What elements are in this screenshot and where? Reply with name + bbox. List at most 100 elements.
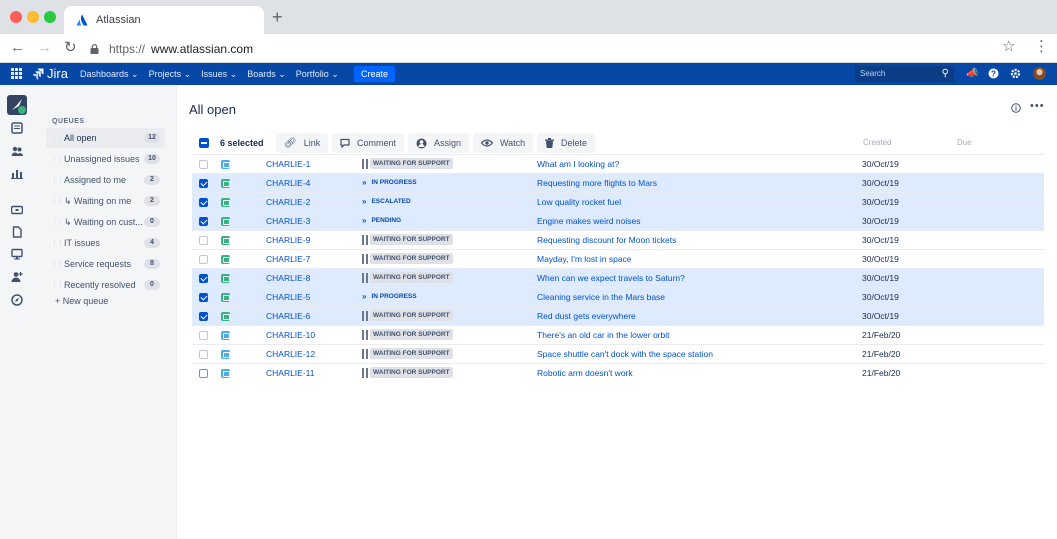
row-checkbox[interactable]: [199, 274, 208, 283]
row-checkbox[interactable]: [199, 369, 208, 378]
issue-summary[interactable]: Mayday, I'm lost in space: [537, 254, 632, 264]
select-all-checkbox[interactable]: [199, 138, 209, 148]
row-checkbox[interactable]: [199, 293, 208, 302]
maximize-window-button[interactable]: [44, 11, 56, 23]
issue-key[interactable]: CHARLIE-1: [266, 159, 310, 169]
table-row[interactable]: CHARLIE-10 WAITING FOR SUPPORT There's a…: [192, 325, 1044, 344]
project-avatar[interactable]: [7, 95, 27, 115]
issue-key[interactable]: CHARLIE-6: [266, 311, 310, 321]
bookmark-star-icon[interactable]: ☆: [1002, 39, 1015, 55]
notifications-megaphone-icon[interactable]: 📣: [966, 68, 978, 79]
channels-monitor-icon[interactable]: [11, 248, 23, 260]
table-row[interactable]: CHARLIE-1 WAITING FOR SUPPORT What am I …: [192, 154, 1044, 173]
issue-summary[interactable]: What am I looking at?: [537, 159, 619, 169]
drag-handle-icon[interactable]: ⋮⋮: [51, 176, 64, 184]
queue-item-service-requests[interactable]: ⋮⋮ Service requests 8: [46, 254, 165, 274]
issue-key[interactable]: CHARLIE-12: [266, 349, 315, 359]
queue-item-unassigned[interactable]: ⋮⋮ Unassigned issues 10: [46, 149, 165, 169]
issue-summary[interactable]: Space shuttle can't dock with the space …: [537, 349, 713, 359]
assign-button[interactable]: Assign: [408, 133, 470, 153]
issue-key[interactable]: CHARLIE-4: [266, 178, 310, 188]
row-checkbox[interactable]: [199, 236, 208, 245]
drag-handle-icon[interactable]: ⋮⋮: [51, 239, 64, 247]
issue-key[interactable]: CHARLIE-10: [266, 330, 315, 340]
table-row[interactable]: CHARLIE-7 WAITING FOR SUPPORT Mayday, I'…: [192, 249, 1044, 268]
settings-gear-icon[interactable]: [1010, 68, 1021, 79]
queue-item-waiting-on-me[interactable]: ⋮⋮ ↳ Waiting on me 2: [46, 191, 165, 211]
issue-summary[interactable]: Requesting discount for Moon tickets: [537, 235, 676, 245]
delete-button[interactable]: Delete: [537, 133, 596, 153]
watch-button[interactable]: Watch: [473, 133, 534, 153]
issue-key[interactable]: CHARLIE-11: [266, 368, 315, 378]
issue-summary[interactable]: There's an old car in the lower orbit: [537, 330, 670, 340]
row-checkbox[interactable]: [199, 217, 208, 226]
drag-handle-icon[interactable]: ⋮⋮: [51, 260, 64, 268]
issue-summary[interactable]: Requesting more flights to Mars: [537, 178, 657, 188]
reports-chart-icon[interactable]: [11, 167, 23, 179]
table-row[interactable]: CHARLIE-9 WAITING FOR SUPPORT Requesting…: [192, 230, 1044, 249]
search-input[interactable]: Search ⚲: [855, 66, 954, 82]
link-button[interactable]: 🔗︎ Link: [276, 133, 329, 153]
table-row[interactable]: CHARLIE-4 » IN PROGRESS Requesting more f…: [192, 173, 1044, 192]
drag-handle-icon[interactable]: ⋮⋮: [51, 218, 64, 226]
row-checkbox[interactable]: [199, 198, 208, 207]
url-field[interactable]: https:// www.atlassian.com: [90, 38, 1030, 59]
row-checkbox[interactable]: [199, 179, 208, 188]
drag-handle-icon[interactable]: ⋮⋮: [51, 134, 64, 142]
row-checkbox[interactable]: [199, 350, 208, 359]
issue-summary[interactable]: Low quality rocket fuel: [537, 197, 621, 207]
issue-key[interactable]: CHARLIE-9: [266, 235, 310, 245]
help-icon[interactable]: ?: [988, 68, 999, 79]
due-column-header[interactable]: Due: [957, 138, 972, 147]
queue-item-recently-resolved[interactable]: ⋮⋮ Recently resolved 0: [46, 275, 165, 295]
jira-logo[interactable]: Jira: [33, 66, 68, 81]
menu-issues[interactable]: Issues ⌄: [201, 69, 237, 80]
reload-icon[interactable]: ↻: [64, 40, 77, 56]
more-actions-icon[interactable]: •••: [1030, 100, 1045, 112]
queue-item-all-open[interactable]: ⋮⋮ All open 12: [46, 128, 165, 148]
browser-tab[interactable]: Atlassian: [64, 6, 264, 34]
table-row[interactable]: CHARLIE-5 » IN PROGRESS Cleaning service …: [192, 287, 1044, 306]
forward-icon[interactable]: →: [37, 40, 52, 56]
issue-key[interactable]: CHARLIE-5: [266, 292, 310, 302]
issue-key[interactable]: CHARLIE-2: [266, 197, 310, 207]
queue-item-assigned-to-me[interactable]: ⋮⋮ Assigned to me 2: [46, 170, 165, 190]
minimize-window-button[interactable]: [27, 11, 39, 23]
app-switcher-icon[interactable]: [11, 68, 22, 79]
menu-boards[interactable]: Boards ⌄: [247, 69, 286, 80]
row-checkbox[interactable]: [199, 160, 208, 169]
issue-summary[interactable]: Red dust gets everywhere: [537, 311, 636, 321]
table-row[interactable]: CHARLIE-12 WAITING FOR SUPPORT Space shu…: [192, 344, 1044, 363]
browser-menu-icon[interactable]: ⋮: [1034, 39, 1049, 55]
issue-key[interactable]: CHARLIE-3: [266, 216, 310, 226]
drag-handle-icon[interactable]: ⋮⋮: [51, 155, 64, 163]
drag-handle-icon[interactable]: ⋮⋮: [51, 197, 64, 205]
table-row[interactable]: CHARLIE-11 WAITING FOR SUPPORT Robotic a…: [192, 363, 1044, 382]
raise-request-icon[interactable]: [11, 204, 23, 216]
add-people-icon[interactable]: [11, 271, 23, 283]
queue-item-waiting-on-customer[interactable]: ⋮⋮ ↳ Waiting on cust... 0: [46, 212, 165, 232]
create-button[interactable]: Create: [354, 66, 396, 82]
issue-summary[interactable]: Robotic arm doesn't work: [537, 368, 633, 378]
knowledge-base-icon[interactable]: [11, 226, 23, 238]
customers-icon[interactable]: [11, 145, 23, 157]
new-queue-button[interactable]: + New queue: [55, 296, 108, 306]
row-checkbox[interactable]: [199, 312, 208, 321]
user-avatar[interactable]: [1033, 67, 1046, 80]
comment-button[interactable]: Comment: [332, 133, 405, 153]
queues-icon[interactable]: [11, 122, 23, 134]
table-row[interactable]: CHARLIE-3 » PENDING Engine makes weird no…: [192, 211, 1044, 230]
menu-projects[interactable]: Projects ⌄: [149, 69, 192, 80]
table-row[interactable]: CHARLIE-6 WAITING FOR SUPPORT Red dust g…: [192, 306, 1044, 325]
row-checkbox[interactable]: [199, 255, 208, 264]
issue-summary[interactable]: Engine makes weird noises: [537, 216, 640, 226]
back-icon[interactable]: ←: [10, 40, 25, 56]
issue-key[interactable]: CHARLIE-8: [266, 273, 310, 283]
issue-summary[interactable]: Cleaning service in the Mars base: [537, 292, 665, 302]
drag-handle-icon[interactable]: ⋮⋮: [51, 281, 64, 289]
issue-key[interactable]: CHARLIE-7: [266, 254, 310, 264]
menu-dashboards[interactable]: Dashboards ⌄: [80, 69, 139, 80]
issue-summary[interactable]: When can we expect travels to Saturn?: [537, 273, 685, 283]
table-row[interactable]: CHARLIE-2 » ESCALATED Low quality rocket …: [192, 192, 1044, 211]
queue-item-it-issues[interactable]: ⋮⋮ IT issues 4: [46, 233, 165, 253]
